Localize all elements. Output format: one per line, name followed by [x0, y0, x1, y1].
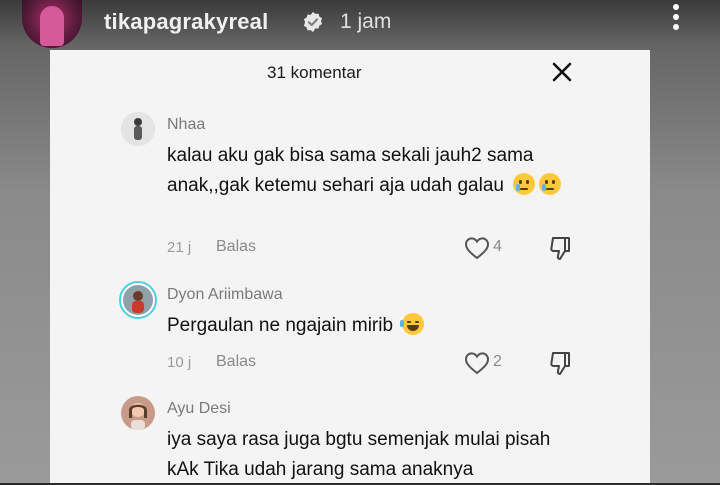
avatar[interactable]: [121, 112, 155, 146]
reply-button[interactable]: Balas: [216, 238, 256, 256]
avatar[interactable]: [121, 396, 155, 430]
comment-body: kalau aku gak bisa sama sekali jauh2 sam…: [167, 145, 534, 196]
comments-title: 31 komentar: [267, 63, 362, 82]
more-options-icon[interactable]: [664, 2, 688, 36]
person-icon: [121, 396, 155, 430]
comment-time: 21 j: [167, 239, 192, 256]
person-icon: [123, 285, 153, 315]
like-count: 4: [493, 238, 502, 255]
close-icon[interactable]: [550, 60, 574, 84]
comment-author[interactable]: Nhaa: [167, 116, 205, 134]
comment-time: 10 j: [167, 354, 192, 371]
comment-text: Pergaulan ne ngajain mirib: [167, 311, 587, 341]
reply-button[interactable]: Balas: [216, 353, 256, 371]
heart-icon[interactable]: [464, 351, 490, 375]
sad-tear-emoji: [539, 173, 562, 195]
laughing-tears-emoji: [400, 313, 425, 335]
dislike-icon[interactable]: [548, 350, 574, 376]
comment-author[interactable]: Dyon Ariimbawa: [167, 286, 283, 304]
person-icon: [121, 112, 155, 146]
comment-author[interactable]: Ayu Desi: [167, 400, 231, 418]
comment-text: kalau aku gak bisa sama sekali jauh2 sam…: [167, 141, 587, 201]
dislike-icon[interactable]: [548, 235, 574, 261]
story-username[interactable]: tikapagrakyreal: [104, 9, 268, 35]
avatar[interactable]: [119, 281, 157, 319]
like-count: 2: [493, 353, 502, 370]
verified-badge-icon: [303, 11, 323, 33]
sad-tear-emoji: [513, 173, 536, 195]
story-avatar[interactable]: [22, 0, 82, 48]
comment-text: iya saya rasa juga bgtu semenjak mulai p…: [167, 425, 587, 485]
comment-body: iya saya rasa juga bgtu semenjak mulai p…: [167, 429, 551, 480]
story-time: 1 jam: [340, 10, 392, 33]
comment-body: Pergaulan ne ngajain mirib: [167, 315, 394, 336]
story-header: tikapagrakyreal 1 jam: [0, 0, 720, 48]
heart-icon[interactable]: [464, 236, 490, 260]
